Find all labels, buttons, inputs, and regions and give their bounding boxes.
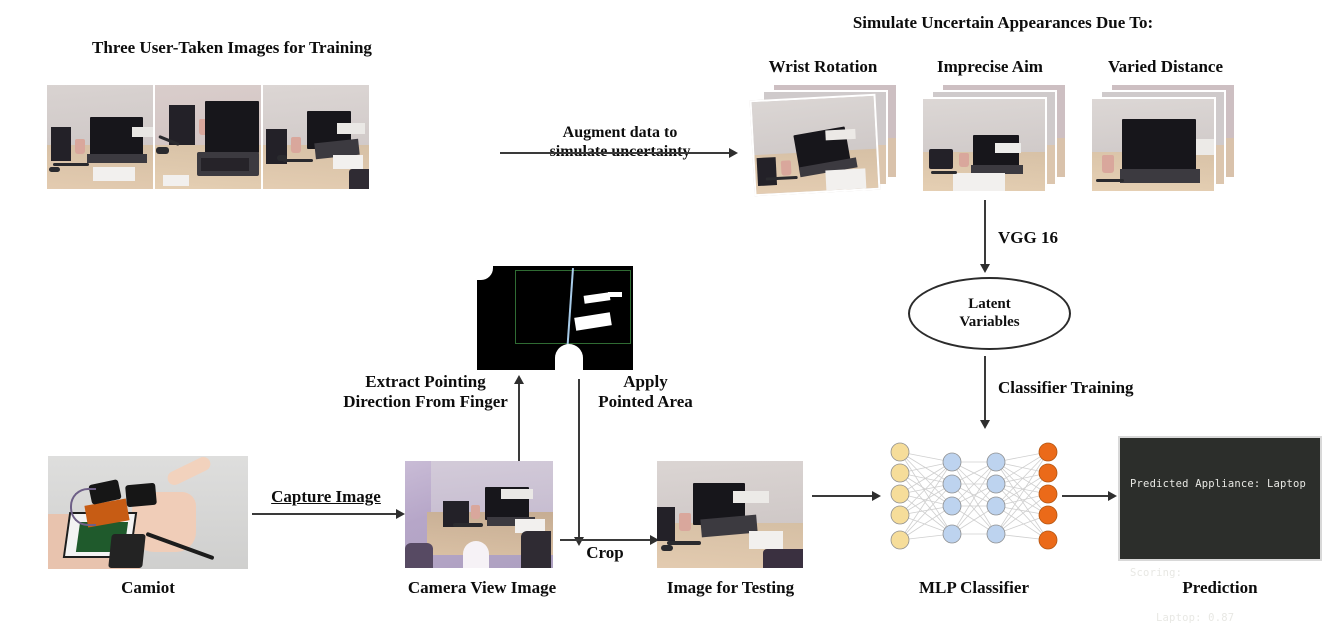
augment-category-label-0: Wrist Rotation	[768, 57, 878, 76]
arrow-head-augment	[729, 148, 738, 158]
augmented-image-front	[749, 93, 881, 197]
prediction-terminal-box: Predicted Appliance: Laptop Scoring: Lap…	[1118, 436, 1322, 624]
camiot-device-photo	[48, 456, 248, 569]
arrow-line-classifier-training	[984, 356, 986, 422]
title-three-user-taken-images: Three User-Taken Images for Training	[92, 38, 372, 57]
arrow-head-classifier-training	[980, 420, 990, 429]
camiot-strap	[108, 534, 146, 568]
arrow-label-capture-image: Capture Image	[271, 487, 381, 506]
arrow-label-classifier-training: Classifier Training	[998, 378, 1134, 397]
title-simulate-uncertain-appearances: Simulate Uncertain Appearances Due To:	[852, 13, 1154, 32]
camera-view-finger	[463, 541, 489, 568]
arrow-label-apply-pointed-area: Apply Pointed Area	[598, 372, 693, 412]
arrow-head-vgg16	[980, 264, 990, 273]
training-image-3	[263, 85, 369, 189]
prediction-score-laptop: Laptop: 0.87	[1156, 612, 1235, 625]
augment-category-label-1: Imprecise Aim	[937, 57, 1043, 76]
pointing-direction-segmentation-image	[477, 266, 633, 370]
caption-camiot: Camiot	[121, 578, 175, 597]
augmented-stack-varied-distance	[1090, 83, 1240, 193]
segmentation-corner-notch	[477, 266, 493, 280]
arrow-line-apply-pointed-area	[578, 379, 580, 539]
augment-category-label-2: Varied Distance	[1107, 57, 1224, 76]
prediction-blank-line	[1130, 523, 1310, 535]
camera-view-image	[405, 461, 553, 568]
arrow-head-extract-pointing	[514, 375, 524, 384]
mlp-hidden2-nodes	[986, 452, 1006, 544]
mlp-output-nodes	[1038, 442, 1058, 550]
arrow-line-crop	[560, 539, 652, 541]
arrow-label-vgg16: VGG 16	[998, 228, 1058, 247]
arrow-label-augment-data: Augment data to simulate uncertainty	[550, 124, 691, 160]
training-image-2	[155, 85, 261, 189]
arrow-line-vgg16	[984, 200, 986, 266]
arrow-label-crop: Crop	[586, 543, 624, 562]
arrow-head-mlp-to-prediction	[1108, 491, 1117, 501]
caption-camera-view-image: Camera View Image	[407, 578, 557, 597]
prediction-header-line: Predicted Appliance: Laptop	[1130, 478, 1307, 491]
augmented-image-front	[921, 97, 1047, 193]
arrow-label-extract-pointing-direction: Extract Pointing Direction From Finger	[343, 372, 508, 412]
augmented-stack-wrist-rotation	[749, 83, 902, 197]
mlp-svg	[890, 442, 1058, 550]
caption-image-for-testing: Image for Testing	[666, 578, 795, 597]
arrow-head-testing-to-mlp	[872, 491, 881, 501]
latent-variables-node: Latent Variables	[908, 277, 1071, 350]
image-for-testing	[657, 461, 803, 568]
segmentation-green-box	[515, 270, 631, 344]
training-image-1	[47, 85, 153, 189]
arrow-line-augment	[500, 152, 731, 154]
mlp-input-nodes	[890, 442, 910, 550]
mlp-classifier-network	[886, 440, 1064, 560]
mlp-hidden1-nodes	[942, 452, 962, 544]
figure-canvas: Three User-Taken Images for Training Aug…	[0, 0, 1342, 634]
segmentation-fingertip	[555, 344, 583, 370]
arrow-line-extract-pointing	[518, 383, 520, 462]
segmentation-white-blob-2	[608, 292, 622, 297]
prediction-score-row: Laptop: 0.87	[1130, 611, 1310, 626]
augmented-image-front	[1090, 97, 1216, 193]
caption-mlp-classifier: MLP Classifier	[918, 578, 1029, 597]
arrow-line-testing-to-mlp	[812, 495, 874, 497]
caption-prediction: Prediction	[1182, 578, 1258, 597]
augmented-stack-imprecise-aim	[921, 83, 1071, 193]
camiot-camera-module-2	[125, 482, 157, 508]
camiot-wire-loop	[70, 488, 96, 526]
arrow-head-capture-image	[396, 509, 405, 519]
arrow-line-capture-image	[252, 513, 398, 515]
arrow-line-mlp-to-prediction	[1062, 495, 1110, 497]
mlp-edges	[899, 451, 1049, 541]
latent-variables-label: Latent Variables	[959, 296, 1020, 330]
